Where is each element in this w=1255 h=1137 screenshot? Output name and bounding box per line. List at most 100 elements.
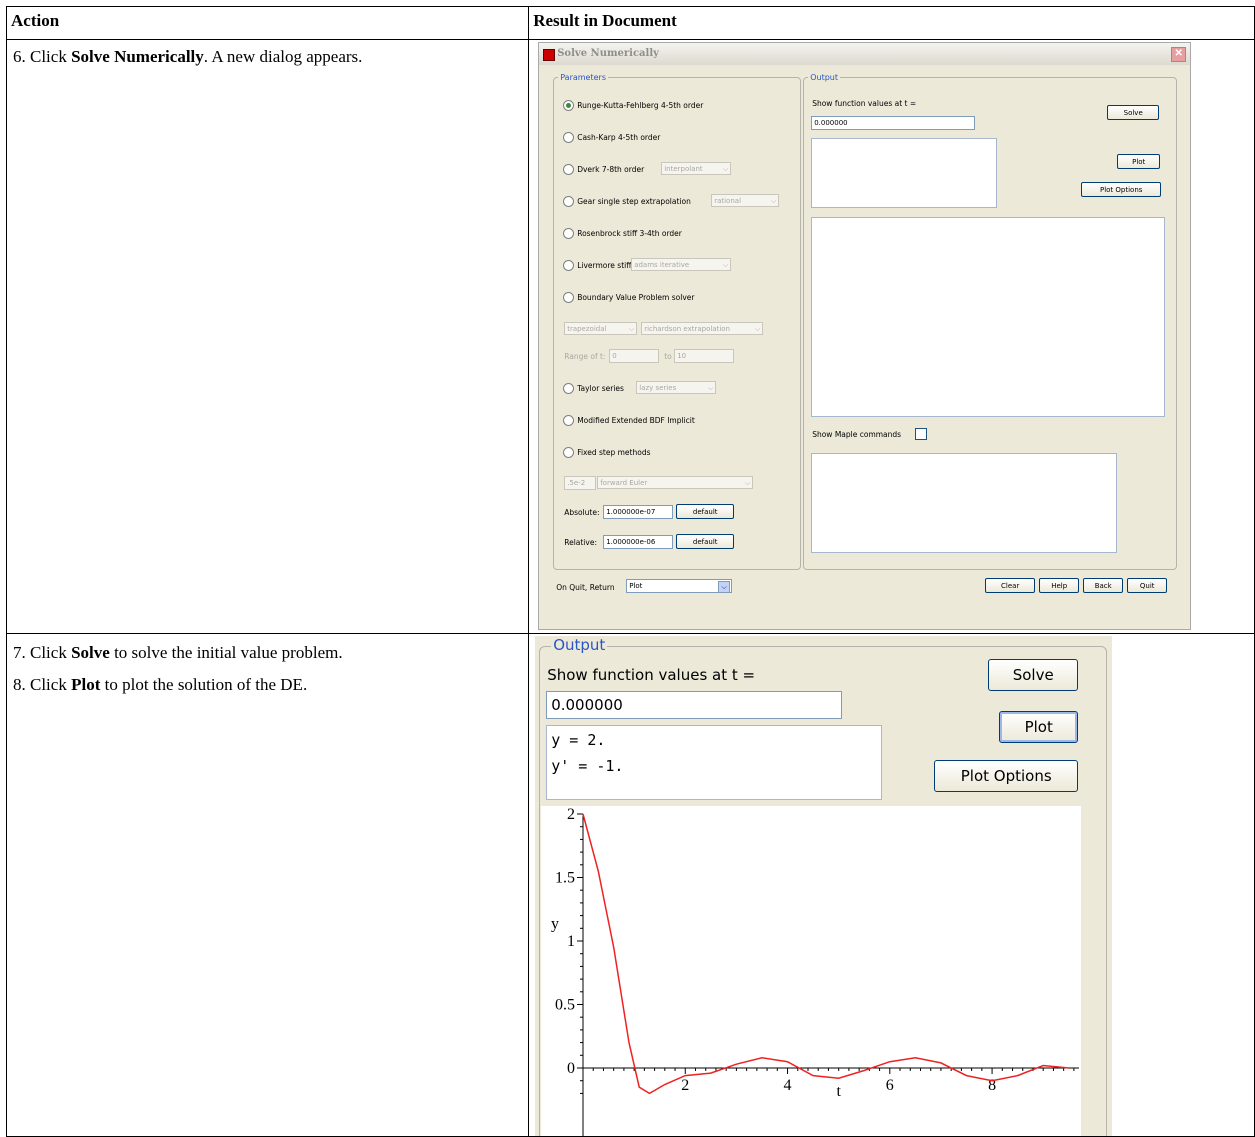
relative-tolerance-field[interactable]: 1.000000e-06 xyxy=(603,535,674,549)
absolute-default-button[interactable]: default xyxy=(676,504,735,519)
range-from-field[interactable]: 0 xyxy=(609,349,660,363)
step-text: to plot the solution of the DE. xyxy=(100,675,308,694)
step-number: 8. xyxy=(13,675,26,694)
y-tick-label: 0.5 xyxy=(555,997,575,1014)
show-maple-checkbox[interactable] xyxy=(915,428,928,440)
radio-selected-icon xyxy=(563,100,575,111)
select-value: Plot xyxy=(629,582,643,590)
field-value: 0.000000 xyxy=(551,696,623,714)
field-value: 0 xyxy=(612,352,617,360)
zoom-solve-button[interactable]: Solve xyxy=(988,659,1079,691)
radio-label: Cash-Karp 4-5th order xyxy=(577,133,661,142)
solve-button[interactable]: Solve xyxy=(1107,105,1160,120)
plot-area xyxy=(811,217,1166,417)
step-text: Click xyxy=(25,643,72,662)
range-to-field[interactable]: 10 xyxy=(674,349,735,363)
radio-taylor[interactable]: Taylor series xyxy=(563,383,624,394)
radio-icon xyxy=(563,260,575,271)
dverk-option-select[interactable]: interpolant ⌵ xyxy=(661,162,732,175)
chevron-down-icon: ⌵ xyxy=(770,197,777,205)
field-value: 0.000000 xyxy=(814,119,848,127)
absolute-tolerance-field[interactable]: 1.000000e-07 xyxy=(603,505,674,519)
back-button[interactable]: Back xyxy=(1083,578,1124,593)
chevron-down-icon: ⌵ xyxy=(722,261,729,269)
result-line: y = 2. xyxy=(551,731,606,749)
t-value-field[interactable]: 0.000000 xyxy=(811,116,976,130)
range-label: Range of t: xyxy=(564,352,606,361)
fixed-method-select[interactable]: forward Euler ⌵ xyxy=(597,476,754,489)
select-value: trapezoidal xyxy=(567,325,607,333)
field-value: .5e-2 xyxy=(567,479,586,487)
step-bold: Solve Numerically xyxy=(71,47,204,66)
step-6: 6. Click Solve Numerically. A new dialog… xyxy=(7,40,528,67)
zoom-result-box: y = 2. y' = -1. xyxy=(546,725,883,800)
result-box xyxy=(811,138,998,208)
radio-bvp[interactable]: Boundary Value Problem solver xyxy=(563,292,694,303)
select-value: interpolant xyxy=(664,165,703,173)
zoom-plot-options-button[interactable]: Plot Options xyxy=(934,760,1079,792)
zoom-plot-button[interactable]: Plot xyxy=(999,711,1079,743)
plot-button[interactable]: Plot xyxy=(1117,154,1161,169)
chevron-down-icon: ⌵ xyxy=(628,325,635,333)
close-icon[interactable]: ✕ xyxy=(1171,47,1187,62)
step-text: Click xyxy=(25,675,72,694)
zoom-output-legend: Output xyxy=(551,636,608,654)
chevron-down-icon: ⌵ xyxy=(722,165,729,173)
bvp-method-select[interactable]: trapezoidal ⌵ xyxy=(564,322,638,335)
show-values-label: Show function values at t = xyxy=(812,99,917,108)
y-tick-label: 1.5 xyxy=(555,870,575,887)
field-value: 1.000000e-06 xyxy=(606,538,656,546)
solution-plot: 00.511.522 4 6 8yt xyxy=(551,806,1080,1136)
y-tick-label: 1 xyxy=(567,933,575,950)
radio-rosenbrock[interactable]: Rosenbrock stiff 3-4th order xyxy=(563,228,682,239)
radio-fixed[interactable]: Fixed step methods xyxy=(563,447,651,458)
fixed-step-field[interactable]: .5e-2 xyxy=(564,476,597,490)
gear-option-select[interactable]: rational ⌵ xyxy=(711,194,780,207)
solve-numerically-dialog: Solve Numerically ✕ Parameters Runge-Kut… xyxy=(538,42,1192,630)
radio-label: Fixed step methods xyxy=(577,448,651,457)
dialog-title: Solve Numerically xyxy=(557,48,659,59)
radio-icon xyxy=(563,228,575,239)
step-7: 7. Click Solve to solve the initial valu… xyxy=(7,634,528,663)
help-button[interactable]: Help xyxy=(1039,578,1080,593)
radio-cash-karp[interactable]: Cash-Karp 4-5th order xyxy=(563,132,660,143)
y-tick-label: 2 xyxy=(567,806,575,823)
on-quit-select[interactable]: Plot ⌵ xyxy=(626,579,733,593)
radio-label: Boundary Value Problem solver xyxy=(577,293,695,302)
livermore-option-select[interactable]: adams iterative ⌵ xyxy=(631,258,732,271)
radio-gear[interactable]: Gear single step extrapolation xyxy=(563,196,691,207)
radio-mebdf[interactable]: Modified Extended BDF Implicit xyxy=(563,415,695,426)
radio-icon xyxy=(563,132,575,143)
bvp-extrapolation-select[interactable]: richardson extrapolation ⌵ xyxy=(641,322,764,335)
radio-dverk[interactable]: Dverk 7-8th order xyxy=(563,164,644,175)
radio-icon xyxy=(563,447,575,458)
maple-app-icon xyxy=(543,49,556,61)
radio-label: Modified Extended BDF Implicit xyxy=(577,416,695,425)
zoom-plot-area: 0 0.5 1 1.5 2 2 4 6 8 y t xyxy=(541,806,1082,1136)
select-value: rational xyxy=(714,197,742,205)
select-value: forward Euler xyxy=(600,479,648,487)
dialog-title-bar: Solve Numerically ✕ xyxy=(539,43,1191,65)
step-8: 8. Click Plot to plot the solution of th… xyxy=(7,663,528,695)
step-bold: Solve xyxy=(71,643,110,662)
radio-livermore[interactable]: Livermore stiff xyxy=(563,260,631,271)
relative-default-button[interactable]: default xyxy=(676,534,735,549)
radio-icon xyxy=(563,164,575,175)
relative-label: Relative: xyxy=(564,538,597,547)
radio-label: Runge-Kutta-Fehlberg 4-5th order xyxy=(577,101,704,110)
chevron-down-icon: ⌵ xyxy=(754,325,761,333)
radio-rkf[interactable]: Runge-Kutta-Fehlberg 4-5th order xyxy=(563,100,703,111)
chevron-down-icon: ⌵ xyxy=(707,384,714,392)
zoom-t-value-field[interactable]: 0.000000 xyxy=(546,691,843,719)
radio-label: Taylor series xyxy=(577,384,624,393)
absolute-label: Absolute: xyxy=(564,508,600,517)
plot-options-button[interactable]: Plot Options xyxy=(1081,182,1162,197)
taylor-option-select[interactable]: lazy series ⌵ xyxy=(636,381,717,394)
header-action: Action xyxy=(5,6,530,40)
output-zoom-panel: Output Show function values at t = 0.000… xyxy=(535,636,1113,1136)
zoom-show-values-label: Show function values at t = xyxy=(547,666,756,684)
clear-button[interactable]: Clear xyxy=(985,578,1036,593)
header-result: Result in Document xyxy=(528,6,1255,40)
quit-button[interactable]: Quit xyxy=(1127,578,1168,593)
output-legend: Output xyxy=(810,73,838,82)
